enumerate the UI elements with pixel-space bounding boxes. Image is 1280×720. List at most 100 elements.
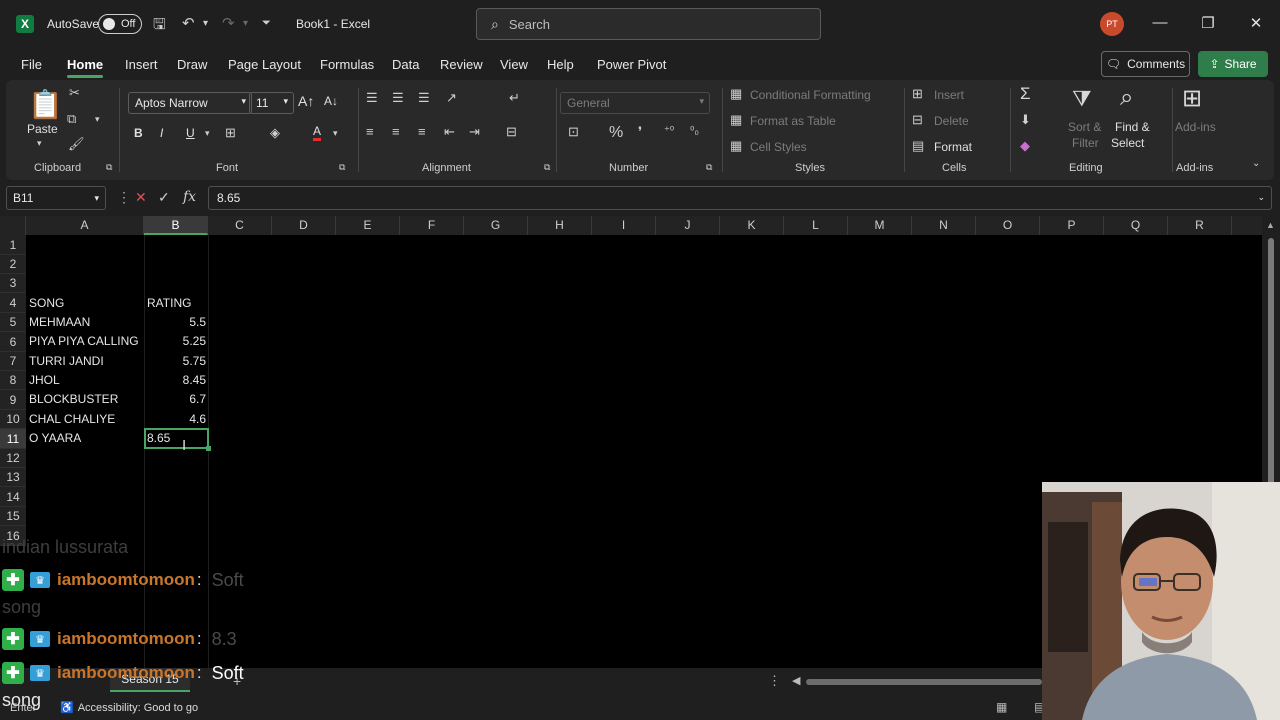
font-size-select[interactable]: 11 ▾ [249, 92, 294, 114]
undo-dropdown-icon[interactable]: ▾ [203, 18, 208, 29]
select-label[interactable]: Select [1111, 136, 1144, 150]
italic-icon[interactable]: I [160, 126, 163, 140]
cell-rating[interactable]: 8.45 [146, 371, 206, 390]
borders-icon[interactable]: ⊞ [225, 125, 236, 141]
filter-label[interactable]: Filter [1072, 136, 1099, 150]
column-header[interactable]: A [26, 216, 144, 235]
number-launcher-icon[interactable]: ⧉ [706, 162, 712, 173]
collapse-ribbon-icon[interactable]: ⌄ [1252, 158, 1260, 169]
column-header[interactable]: F [400, 216, 464, 235]
decrease-decimal-icon[interactable]: ⁰₀ [690, 124, 699, 137]
tab-power-pivot[interactable]: Power Pivot [597, 57, 666, 72]
cell-song[interactable]: CHAL CHALIYE [29, 410, 115, 429]
row-header[interactable]: 7 [0, 352, 26, 371]
formula-input[interactable]: 8.65 ⌄ [208, 186, 1272, 210]
normal-view-icon[interactable]: ▦ [996, 700, 1007, 714]
tab-view[interactable]: View [500, 57, 528, 72]
column-header[interactable]: I [592, 216, 656, 235]
sort-label[interactable]: Sort & [1068, 120, 1101, 134]
cell-b4[interactable]: RATING [147, 294, 191, 313]
close-icon[interactable]: ✕ [1246, 14, 1266, 32]
tab-formulas[interactable]: Formulas [320, 57, 374, 72]
accessibility-status[interactable]: ♿ Accessibility: Good to go [60, 701, 198, 714]
row-header[interactable]: 9 [0, 390, 26, 410]
copy-icon[interactable]: ⧉ [67, 111, 76, 127]
horizontal-scrollbar-thumb[interactable] [806, 679, 1042, 685]
row-header[interactable]: 8 [0, 371, 26, 390]
underline-icon[interactable]: U [186, 126, 195, 140]
column-header[interactable]: O [976, 216, 1040, 235]
row-header[interactable]: 5 [0, 313, 26, 332]
share-button[interactable]: ⇪ Share [1198, 51, 1268, 77]
cell-rating[interactable]: 4.6 [146, 410, 206, 429]
select-all-corner[interactable] [0, 216, 26, 235]
alignment-launcher-icon[interactable]: ⧉ [544, 162, 550, 173]
align-middle-icon[interactable]: ☰ [392, 90, 404, 106]
column-header[interactable]: L [784, 216, 848, 235]
save-icon[interactable]: 🖫 [153, 14, 166, 39]
row-header[interactable]: 1 [0, 235, 26, 255]
tab-help[interactable]: Help [547, 57, 574, 72]
avatar[interactable]: PT [1100, 12, 1124, 36]
cell-song[interactable]: BLOCKBUSTER [29, 390, 118, 409]
column-header[interactable]: H [528, 216, 592, 235]
clear-icon[interactable]: ◆ [1020, 138, 1030, 154]
tab-file[interactable]: File [21, 57, 42, 72]
align-left-icon[interactable]: ≡ [366, 124, 374, 139]
cancel-icon[interactable]: ✕ [135, 189, 147, 206]
column-header[interactable]: R [1168, 216, 1232, 235]
autosave-toggle[interactable]: Off [98, 14, 142, 34]
row-header[interactable]: 11 [0, 429, 26, 449]
addins-button-label[interactable]: Add-ins [1175, 120, 1216, 134]
column-header[interactable]: E [336, 216, 400, 235]
tab-home[interactable]: Home [67, 57, 104, 78]
column-header[interactable]: Q [1104, 216, 1168, 235]
row-header[interactable]: 13 [0, 468, 26, 487]
autosum-icon[interactable]: Σ [1020, 84, 1031, 104]
align-right-icon[interactable]: ≡ [418, 124, 426, 139]
decrease-indent-icon[interactable]: ⇤ [444, 124, 455, 140]
number-format-select[interactable]: General ▾ [560, 92, 710, 114]
percent-style-icon[interactable]: % [609, 124, 623, 142]
fill-color-icon[interactable]: ◈ [270, 125, 280, 141]
column-header[interactable]: C [208, 216, 272, 235]
underline-dropdown-icon[interactable]: ▾ [205, 128, 210, 139]
column-header[interactable]: J [656, 216, 720, 235]
name-box[interactable]: B11 ▾ [6, 186, 106, 210]
format-as-table-button[interactable]: Format as Table [750, 114, 836, 128]
search-box[interactable]: ⌕ Search [476, 8, 821, 40]
column-header[interactable]: D [272, 216, 336, 235]
cut-icon[interactable]: ✂ [69, 85, 80, 101]
row-header[interactable]: 3 [0, 274, 26, 293]
align-center-icon[interactable]: ≡ [392, 124, 400, 139]
paste-dropdown-icon[interactable]: ▾ [37, 138, 42, 149]
cell-song[interactable]: O YAARA [29, 429, 81, 448]
cell-rating[interactable]: 5.75 [146, 352, 206, 371]
increase-font-icon[interactable]: A↑ [298, 93, 314, 109]
font-color-icon[interactable]: A [313, 124, 322, 141]
row-header[interactable]: 12 [0, 449, 26, 468]
sort-filter-icon[interactable]: ⧩ [1072, 86, 1092, 112]
delete-cells-button[interactable]: Delete [934, 114, 969, 128]
merge-center-icon[interactable]: ⊟ [506, 124, 517, 140]
enter-icon[interactable]: ✓ [158, 189, 170, 206]
insert-function-icon[interactable]: fx [183, 189, 196, 205]
increase-decimal-icon[interactable]: ⁺⁰ [664, 124, 674, 137]
row-header[interactable]: 2 [0, 255, 26, 274]
clipboard-launcher-icon[interactable]: ⧉ [106, 162, 112, 173]
find-label[interactable]: Find & [1115, 120, 1150, 134]
maximize-icon[interactable]: ❐ [1198, 14, 1218, 32]
scrollbar-thumb[interactable] [1268, 238, 1274, 498]
insert-cells-button[interactable]: Insert [934, 88, 964, 102]
comma-style-icon[interactable]: ❜ [638, 124, 642, 140]
format-painter-icon[interactable]: 🖌 [68, 136, 85, 152]
column-header[interactable]: P [1040, 216, 1104, 235]
accounting-format-icon[interactable]: ⊡ [568, 124, 579, 140]
tab-insert[interactable]: Insert [125, 57, 158, 72]
find-select-icon[interactable]: ⌕ [1120, 84, 1133, 112]
conditional-formatting-button[interactable]: Conditional Formatting [750, 88, 871, 102]
addins-icon[interactable]: ⊞ [1182, 84, 1202, 113]
column-header[interactable]: G [464, 216, 528, 235]
copy-dropdown-icon[interactable]: ▾ [95, 114, 100, 125]
row-header[interactable]: 4 [0, 293, 26, 313]
